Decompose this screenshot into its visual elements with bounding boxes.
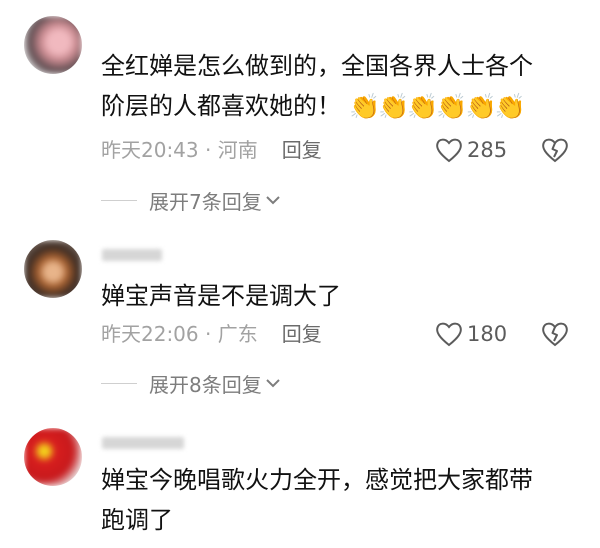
- heart-icon: [436, 138, 462, 163]
- reply-button[interactable]: 回复: [282, 138, 322, 162]
- chevron-down-icon: [266, 196, 280, 205]
- username-masked: [102, 249, 162, 261]
- divider-line: [101, 199, 137, 201]
- broken-heart-icon[interactable]: [541, 136, 569, 164]
- heart-icon: [436, 322, 462, 347]
- comment-location: 广东: [217, 322, 258, 346]
- comment-list: 全红婵是怎么做到的，全国各界人士各个 阶层的人都喜欢她的！ 👏👏👏👏👏👏 昨天20…: [0, 0, 600, 548]
- reply-button[interactable]: 回复: [282, 322, 322, 346]
- comment-meta: 昨天22:06 · 广东 回复: [101, 322, 322, 346]
- like-count: 285: [467, 138, 508, 162]
- broken-heart-icon[interactable]: [541, 320, 569, 348]
- comment-text: 婵宝今晚唱歌火力全开，感觉把大家都带 跑调了: [101, 460, 571, 540]
- avatar[interactable]: [24, 428, 82, 486]
- comment-meta: 昨天20:43 · 河南 回复: [101, 138, 322, 162]
- comment-text: 婵宝声音是不是调大了: [101, 276, 571, 316]
- comment-text-line: 跑调了: [101, 506, 173, 534]
- avatar[interactable]: [24, 16, 82, 74]
- comment-text-line: 阶层的人都喜欢她的！ 👏👏👏👏👏👏: [101, 92, 526, 121]
- divider-line: [101, 382, 137, 384]
- like-count: 180: [467, 322, 508, 346]
- comment-time: 昨天22:06: [101, 322, 199, 346]
- avatar[interactable]: [24, 240, 82, 298]
- like-button[interactable]: 180: [435, 320, 507, 348]
- expand-replies-button[interactable]: 展开8条回复: [101, 369, 280, 397]
- expand-replies-button[interactable]: 展开7条回复: [101, 186, 280, 214]
- comment-text-line: 婵宝今晚唱歌火力全开，感觉把大家都带: [101, 466, 533, 494]
- clapping-hands-emoji: 👏👏👏👏👏👏: [349, 92, 526, 121]
- comment-text-line: 婵宝声音是不是调大了: [101, 282, 341, 310]
- comment-text-line: 全红婵是怎么做到的，全国各界人士各个: [101, 52, 533, 80]
- chevron-down-icon: [266, 379, 280, 388]
- like-button[interactable]: 285: [435, 136, 507, 164]
- expand-replies-label: 展开7条回复: [149, 189, 262, 214]
- comment-location: 河南: [217, 138, 258, 162]
- expand-replies-label: 展开8条回复: [149, 372, 262, 397]
- comment-text: 全红婵是怎么做到的，全国各界人士各个 阶层的人都喜欢她的！ 👏👏👏👏👏👏: [101, 46, 571, 126]
- comment-time: 昨天20:43: [101, 138, 199, 162]
- username-masked: [102, 437, 184, 449]
